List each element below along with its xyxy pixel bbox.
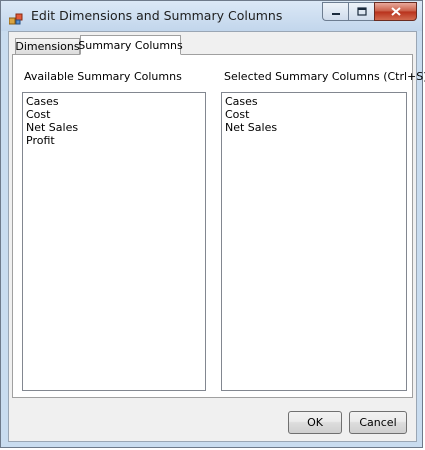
window-title: Edit Dimensions and Summary Columns xyxy=(31,8,283,23)
title-bar[interactable]: Edit Dimensions and Summary Columns xyxy=(1,1,422,31)
ok-button[interactable]: OK xyxy=(288,411,342,434)
app-icon xyxy=(8,10,23,25)
minimize-icon xyxy=(331,12,340,15)
minimize-button[interactable] xyxy=(322,2,348,21)
selected-columns-list[interactable]: Cases Cost Net Sales xyxy=(221,92,407,391)
maximize-icon xyxy=(356,7,367,16)
list-item[interactable]: Cost xyxy=(225,108,403,121)
tab-summary-columns-label: Summary Columns xyxy=(78,38,183,52)
available-columns-label: Available Summary Columns xyxy=(24,70,182,83)
dialog-window: Edit Dimensions and Summary Columns Dime… xyxy=(0,0,425,448)
list-item[interactable]: Profit xyxy=(26,134,202,147)
maximize-button[interactable] xyxy=(348,2,374,21)
tab-dimensions-label: Dimensions xyxy=(15,40,80,53)
list-item[interactable]: Net Sales xyxy=(26,121,202,134)
list-item[interactable]: Net Sales xyxy=(225,121,403,134)
selected-columns-label: Selected Summary Columns (Ctrl+S) xyxy=(224,70,425,83)
cancel-button[interactable]: Cancel xyxy=(349,411,407,434)
list-item[interactable]: Cases xyxy=(26,95,202,108)
list-item[interactable]: Cases xyxy=(225,95,403,108)
tab-dimensions[interactable]: Dimensions xyxy=(15,38,80,54)
caption-buttons xyxy=(322,2,417,21)
dialog-body: Dimensions Summary Columns Available Sum… xyxy=(8,31,425,442)
list-item[interactable]: Cost xyxy=(26,108,202,121)
summary-columns-panel: Available Summary Columns Selected Summa… xyxy=(12,54,425,398)
available-columns-list[interactable]: Cases Cost Net Sales Profit xyxy=(22,92,206,391)
close-button[interactable] xyxy=(374,2,417,21)
close-icon xyxy=(390,7,401,16)
tab-summary-columns[interactable]: Summary Columns xyxy=(78,35,183,55)
